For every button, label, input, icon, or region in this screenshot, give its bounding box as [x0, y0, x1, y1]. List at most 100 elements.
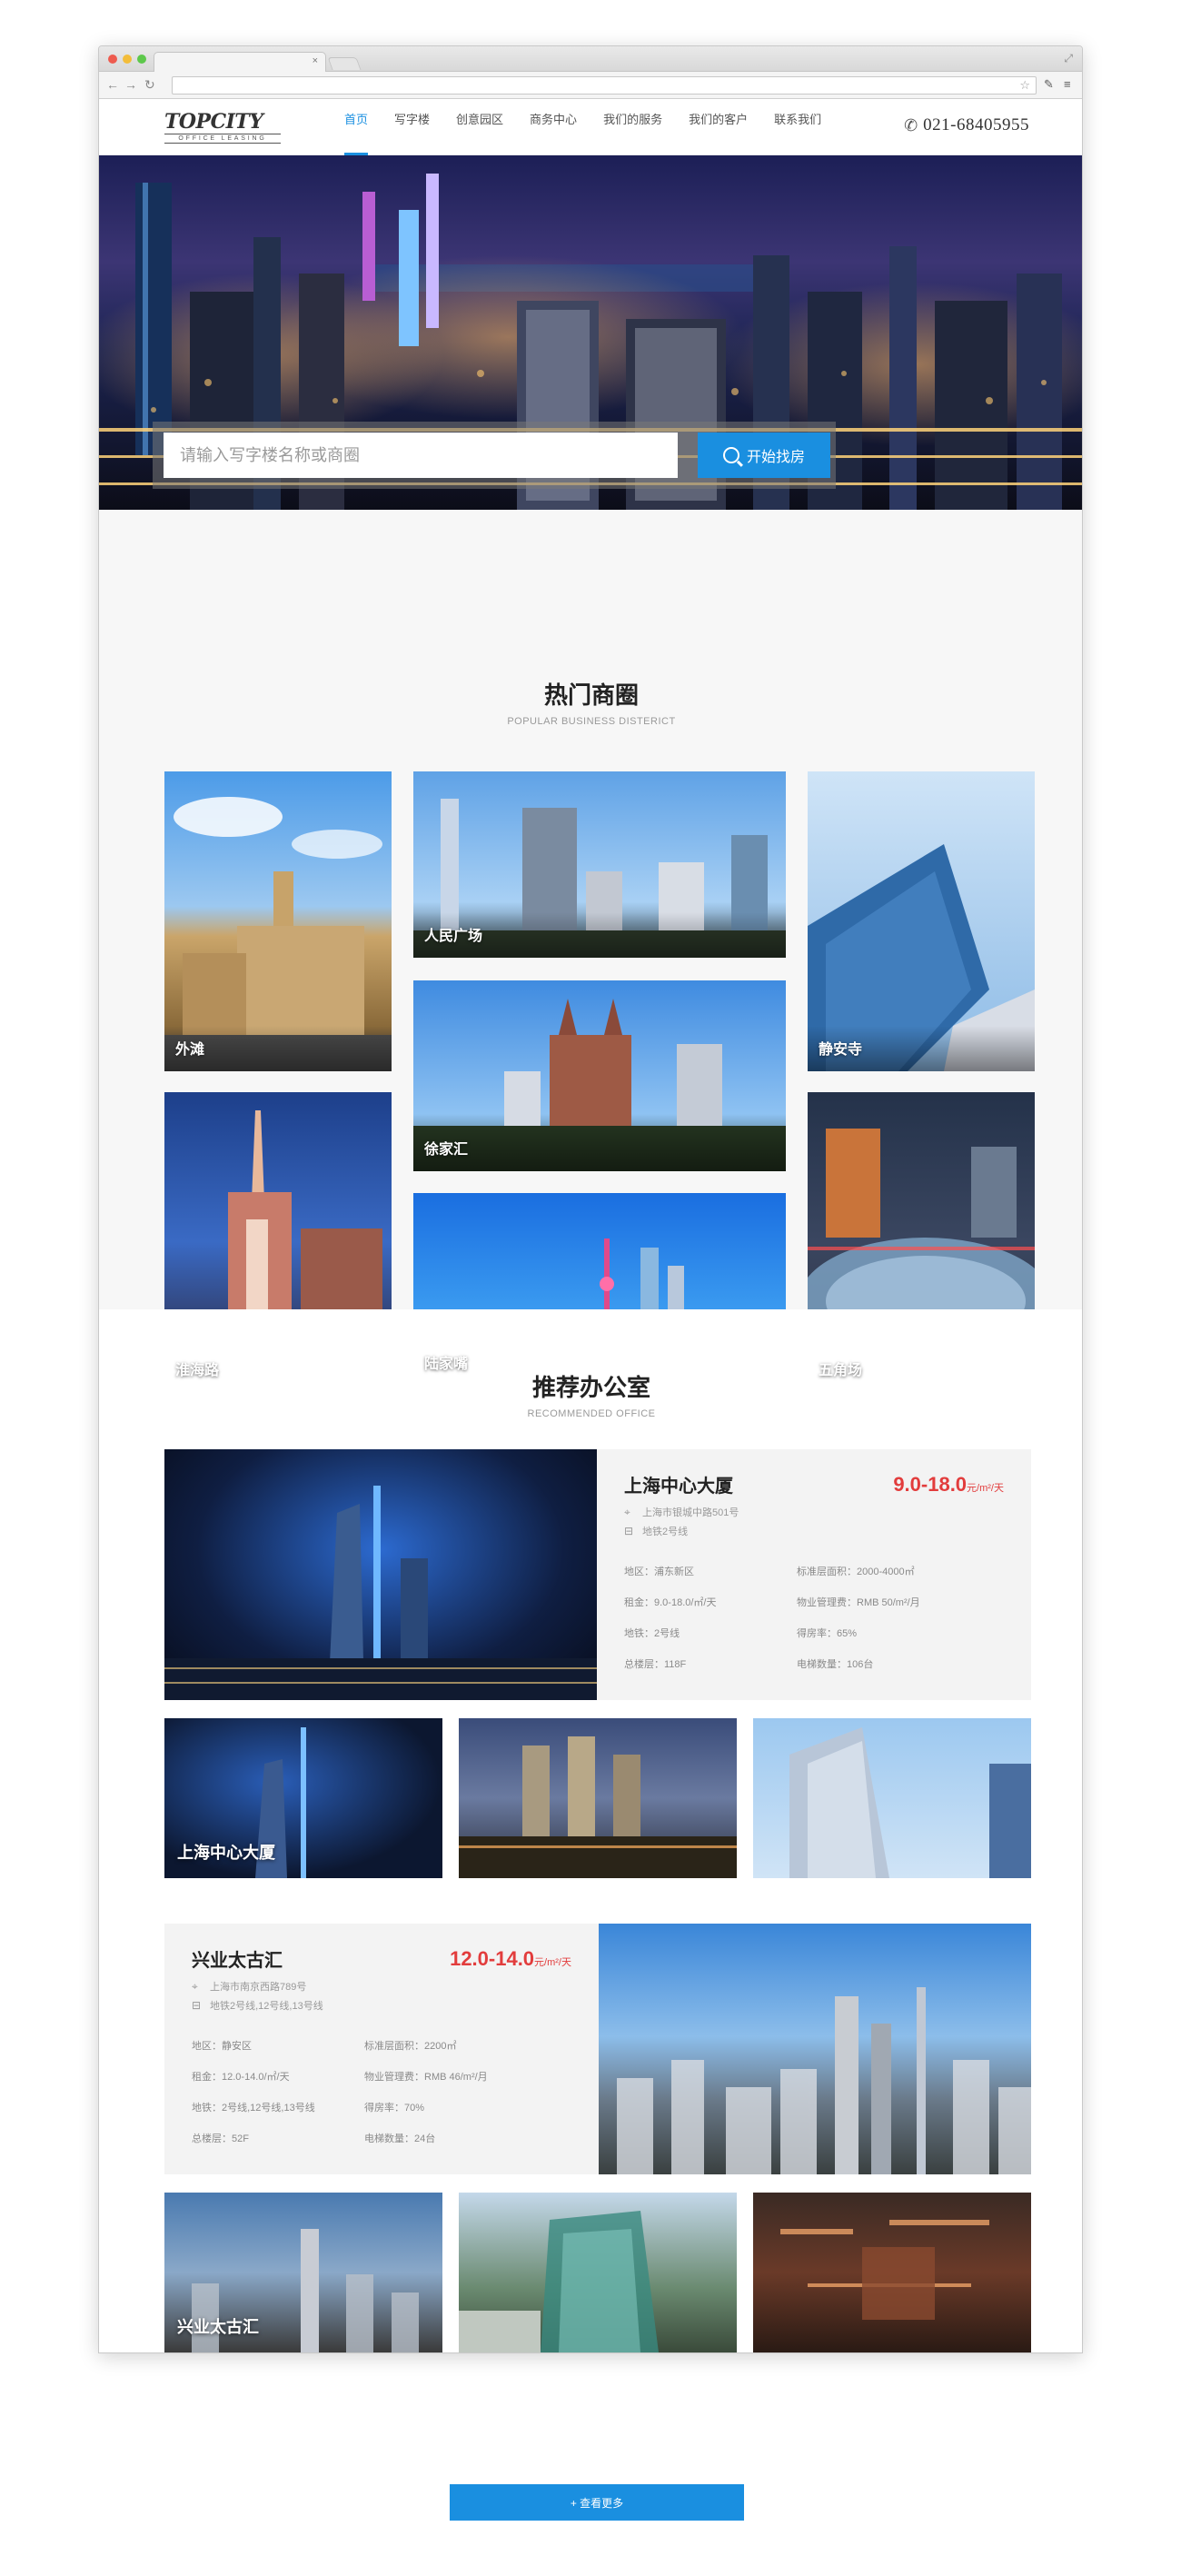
maximize-window-button[interactable]	[137, 55, 146, 64]
spec-item: 租金：9.0-18.0/㎡/天	[624, 1597, 717, 1608]
browser-toolbar: ← → ↻ ☆ ✎ ≡	[99, 72, 1082, 99]
browser-tab-strip: × ⤢	[99, 46, 1082, 72]
district-label: 人民广场	[424, 929, 483, 944]
spec-item: 地区：浦东新区	[624, 1566, 694, 1577]
district-tile-xujiahui[interactable]: 徐家汇	[413, 980, 786, 1171]
price-unit: 元/m²/天	[967, 1483, 1004, 1494]
gallery-thumb[interactable]: 上海中心大厦	[164, 1718, 442, 1878]
metro-icon: ⊟	[624, 1525, 634, 1537]
main-nav: 首页 写字楼 创意园区 商务中心 我们的服务 我们的客户 联系我们	[344, 99, 848, 155]
district-label: 外滩	[175, 1042, 205, 1058]
section-title: 热门商圈	[543, 681, 639, 709]
spec-item: 总楼层：118F	[624, 1659, 687, 1670]
spec-item: 得房率：65%	[797, 1628, 858, 1639]
office-info: 上海中心大厦 9.0-18.0元/m²/天 ⌖ 上海市银城中路501号 ⊟ 地铁…	[597, 1449, 1031, 1700]
office-price: 12.0-14.0元/m²/天	[450, 1947, 571, 1971]
jingan-temple-image	[808, 844, 1035, 1071]
tab-close-icon[interactable]: ×	[313, 55, 318, 66]
search-bar: 开始找房	[153, 422, 836, 489]
nav-item-contact[interactable]: 联系我们	[774, 99, 821, 155]
office-price: 9.0-18.0元/m²/天	[893, 1473, 1004, 1497]
gallery-image	[789, 1727, 1031, 1878]
search-button[interactable]: 开始找房	[698, 433, 830, 478]
site-header: TOPCITY OFFICE LEASING 首页 写字楼 创意园区 商务中心 …	[99, 99, 1082, 155]
nav-item-home[interactable]: 首页	[344, 99, 369, 155]
browser-tab[interactable]: ×	[154, 52, 326, 72]
spec-item: 租金：12.0-14.0/㎡/天	[192, 2072, 290, 2083]
wrench-icon[interactable]: ✎	[1044, 77, 1054, 92]
minimize-window-button[interactable]	[123, 55, 132, 64]
address-text: 上海市南京西路789号	[210, 1982, 307, 1993]
menu-icon[interactable]: ≡	[1064, 77, 1071, 91]
gallery-image	[459, 1736, 737, 1878]
location-pin-icon: ⌖	[192, 1979, 198, 1993]
district-label: 陆家嘴	[424, 1357, 469, 1372]
nav-item-services[interactable]: 我们的服务	[603, 99, 662, 155]
gallery-thumb[interactable]	[753, 1718, 1031, 1878]
office-card[interactable]: 上海中心大厦 9.0-18.0元/m²/天 ⌖ 上海市银城中路501号 ⊟ 地铁…	[164, 1449, 1031, 1700]
window-controls	[108, 55, 146, 64]
price-value: 12.0-14.0	[450, 1947, 535, 1970]
office-metro: ⊟ 地铁2号线,12号线,13号线	[192, 1998, 571, 2013]
gallery-thumb[interactable]	[459, 2193, 737, 2352]
spec-item: 物业管理费：RMB 46/m²/月	[364, 2072, 488, 2083]
spec-item: 电梯数量：24台	[364, 2133, 436, 2144]
section-subtitle: RECOMMENDED OFFICE	[527, 1408, 656, 1419]
search-input[interactable]	[164, 433, 678, 478]
metro-text: 地铁2号线	[642, 1527, 689, 1537]
nav-item-office-buildings[interactable]: 写字楼	[394, 99, 430, 155]
district-label: 五角场	[819, 1363, 863, 1378]
district-tile-peoples-square[interactable]: 人民广场	[413, 771, 786, 958]
gallery-image	[780, 2220, 989, 2320]
logo-tagline: OFFICE LEASING	[164, 134, 281, 144]
gallery-label: 上海中心大厦	[177, 1844, 275, 1862]
district-tile-bund[interactable]: 外滩	[164, 771, 392, 1071]
nav-item-clients[interactable]: 我们的客户	[689, 99, 748, 155]
back-icon[interactable]: ←	[106, 77, 119, 92]
forward-icon[interactable]: →	[124, 77, 137, 92]
gallery-thumb[interactable]	[753, 2193, 1031, 2352]
logo-wordmark: TOPCITY	[164, 110, 263, 134]
district-tile-jingan-temple[interactable]: 静安寺	[808, 771, 1035, 1071]
spec-item: 地区：静安区	[192, 2041, 252, 2052]
close-window-button[interactable]	[108, 55, 117, 64]
fullscreen-icon[interactable]: ⤢	[1064, 52, 1073, 65]
nav-item-business-centers[interactable]: 商务中心	[530, 99, 577, 155]
metro-text: 地铁2号线,12号线,13号线	[210, 2001, 323, 2012]
gallery-image	[459, 2211, 659, 2352]
phone-number: 021-68405955	[923, 115, 1029, 134]
section-title: 推荐办公室	[531, 1374, 650, 1401]
district-label: 淮海路	[175, 1363, 220, 1378]
office-metro: ⊟ 地铁2号线	[624, 1524, 1004, 1538]
spec-item: 地铁：2号线,12号线,13号线	[192, 2103, 315, 2114]
spec-item: 标准层面积：2000-4000㎡	[797, 1566, 915, 1577]
site-logo[interactable]: TOPCITY OFFICE LEASING	[164, 112, 281, 144]
price-unit: 元/m²/天	[534, 1957, 571, 1968]
spec-item: 总楼层：52F	[192, 2133, 249, 2144]
district-label: 静安寺	[819, 1042, 863, 1058]
reload-icon[interactable]: ↻	[144, 77, 155, 93]
office-specs: 地区：静安区 标准层面积：2200㎡ 租金：12.0-14.0/㎡/天 物业管理…	[192, 2038, 571, 2145]
browser-window: × ⤢ ← → ↻ ☆ ✎ ≡ TOPCITY OFFICE LEASING 首…	[98, 45, 1083, 2353]
popular-districts-section: 热门商圈 POPULAR BUSINESS DISTERICT 外滩 人民广场 …	[99, 537, 1082, 1392]
view-more-button[interactable]: + 查看更多	[450, 2484, 744, 2521]
search-icon	[722, 447, 739, 463]
office-info: 兴业太古汇 12.0-14.0元/m²/天 ⌖ 上海市南京西路789号 ⊟ 地铁…	[164, 1924, 599, 2174]
nav-item-creative-parks[interactable]: 创意园区	[456, 99, 503, 155]
office-address: ⌖ 上海市南京西路789号	[192, 1979, 571, 1994]
office-card[interactable]: 兴业太古汇 12.0-14.0元/m²/天 ⌖ 上海市南京西路789号 ⊟ 地铁…	[164, 1924, 1031, 2174]
price-value: 9.0-18.0	[893, 1473, 968, 1496]
location-pin-icon: ⌖	[624, 1505, 630, 1518]
gallery-thumb[interactable]: 兴业太古汇	[164, 2193, 442, 2352]
office-specs: 地区：浦东新区 标准层面积：2000-4000㎡ 租金：9.0-18.0/㎡/天…	[624, 1564, 1004, 1671]
gallery-thumb[interactable]	[459, 1718, 737, 1878]
spec-item: 电梯数量：106台	[797, 1659, 874, 1670]
new-tab-button[interactable]	[327, 57, 362, 70]
gallery-label: 兴业太古汇	[177, 2318, 259, 2336]
bookmark-star-icon[interactable]: ☆	[1019, 78, 1030, 93]
district-label: 徐家汇	[424, 1142, 469, 1158]
bund-image	[164, 797, 392, 1071]
office-gallery: 兴业太古汇	[164, 2193, 1031, 2352]
office-image	[164, 1449, 597, 1700]
address-bar[interactable]: ☆	[172, 76, 1037, 94]
